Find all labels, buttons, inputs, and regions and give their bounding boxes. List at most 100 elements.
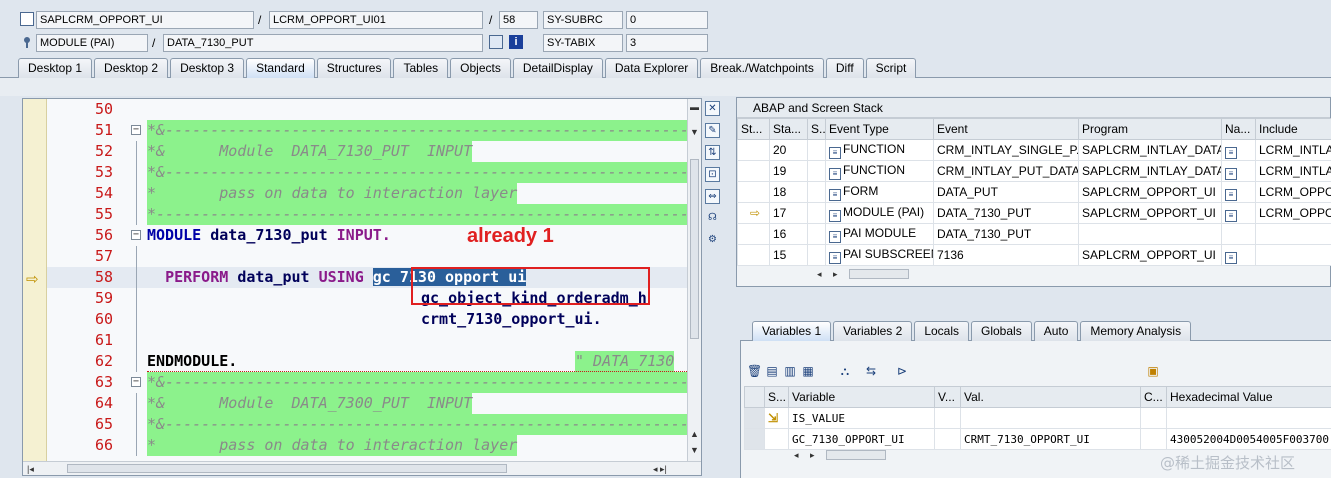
scroll-right-icon[interactable]: ◂ ▸| <box>653 464 667 474</box>
scroll-left-icon[interactable]: ◂ <box>794 450 799 460</box>
code-line[interactable]: 53 *&------------------------------------… <box>47 162 689 183</box>
maximize-icon[interactable]: ⊡ <box>705 167 720 182</box>
scroll-thumb[interactable] <box>849 269 909 279</box>
code-line[interactable]: 62 " DATA_7130 ENDMODULE. <box>47 351 689 372</box>
code-line[interactable]: 52 *& Module DATA_7130_PUT INPUT <box>47 141 689 162</box>
export-icon[interactable]: ▦ <box>801 364 815 378</box>
headset-icon[interactable]: ☊ <box>705 211 720 226</box>
variable-value[interactable]: CRMT_7130_OPPORT_UI <box>960 428 1141 450</box>
code-line[interactable]: 66 * pass on data to interaction layer <box>47 435 689 456</box>
row-selector[interactable] <box>744 407 765 429</box>
stack-hscroll[interactable]: ◂ ▸ <box>815 265 915 283</box>
code-line[interactable]: 57 <box>47 246 689 267</box>
horizontal-scrollbar[interactable]: |◂ ◂ ▸| <box>23 461 701 475</box>
tab-desktop-1[interactable]: Desktop 1 <box>18 58 93 78</box>
code-line[interactable]: 65 *&------------------------------------… <box>47 414 689 435</box>
tab-memory-analysis[interactable]: Memory Analysis <box>1080 321 1192 341</box>
variable-value[interactable] <box>960 407 1141 429</box>
column-header[interactable]: Hexadecimal Value <box>1166 386 1331 408</box>
vars-hscroll[interactable]: ◂ ▸ <box>792 448 892 464</box>
tab-break-watchpoints[interactable]: Break./Watchpoints <box>700 58 824 78</box>
line-field[interactable]: 58 <box>499 11 538 29</box>
column-header[interactable]: C... <box>1140 386 1167 408</box>
scroll-right-icon[interactable]: ▸ <box>810 450 815 460</box>
code-line[interactable]: 55 *-------------------------------------… <box>47 204 689 225</box>
program-field[interactable]: SAPLCRM_OPPORT_UI <box>36 11 254 29</box>
close-icon[interactable]: ✕ <box>705 101 720 116</box>
table-row[interactable]: GC_7130_OPPORT_UI CRMT_7130_OPPORT_UI 4300… <box>744 428 1331 450</box>
tab-variables-2[interactable]: Variables 2 <box>833 321 913 341</box>
tab-data-explorer[interactable]: Data Explorer <box>604 58 699 78</box>
scroll-down-icon[interactable]: ▼ <box>690 445 699 455</box>
tab-auto[interactable]: Auto <box>1033 321 1079 341</box>
scroll-thumb[interactable] <box>826 450 886 460</box>
variable-name[interactable]: IS_VALUE <box>788 407 935 429</box>
vertical-scrollbar[interactable]: ▬ ▼ ▲ ▼ <box>687 99 701 461</box>
navigate-icon[interactable]: ≡ <box>1225 188 1237 201</box>
save-icon[interactable]: ▣ <box>1146 364 1160 378</box>
code-line[interactable]: 63 − *&-----------------------------------… <box>47 372 689 393</box>
column-header[interactable]: Variable <box>788 386 935 408</box>
tab-script[interactable]: Script <box>865 58 917 78</box>
column-header[interactable]: Val. <box>960 386 1141 408</box>
copy-icon[interactable]: ▤ <box>765 364 779 378</box>
variable-name[interactable]: GC_7130_OPPORT_UI <box>788 428 935 450</box>
scroll-right-icon[interactable]: ▸ <box>833 269 838 279</box>
display-icon[interactable] <box>489 35 503 49</box>
new-icon[interactable]: ✎ <box>705 123 720 138</box>
column-header[interactable]: Event <box>933 118 1079 140</box>
structure-icon[interactable]: ⛬ <box>838 364 852 378</box>
tab-tables[interactable]: Tables <box>393 58 449 78</box>
info-icon[interactable]: i <box>509 35 523 49</box>
tab-objects[interactable]: Objects <box>450 58 511 78</box>
fold-toggle[interactable]: − <box>131 377 141 387</box>
tab-standard[interactable]: Standard <box>246 58 315 78</box>
delete-icon[interactable]: 🗑 <box>747 364 762 378</box>
row-selector[interactable] <box>744 428 765 450</box>
scroll-thumb[interactable] <box>690 159 699 339</box>
column-header[interactable]: V... <box>934 386 961 408</box>
sy-subrc-value[interactable]: 0 <box>626 11 708 29</box>
table-row[interactable]: 16 ≡ PAI MODULE DATA_7130_PUT <box>737 223 1331 245</box>
tab-structures[interactable]: Structures <box>316 58 392 78</box>
tab-locals[interactable]: Locals <box>914 321 969 341</box>
code-line[interactable]: 60 crmt_7130_opport_ui. <box>47 309 689 330</box>
code-area[interactable]: 50 51− *&---------------------------------… <box>47 99 689 461</box>
split-icon[interactable]: ⇅ <box>705 145 720 160</box>
tab-globals[interactable]: Globals <box>971 321 1032 341</box>
code-line[interactable]: 50 <box>47 99 689 120</box>
scroll-down-icon[interactable]: ▼ <box>690 127 699 137</box>
table-row[interactable]: 19 ≡ FUNCTION CRM_INTLAY_PUT_DATA SAPLCRM_IN… <box>737 160 1331 182</box>
code-line[interactable]: 64 *& Module DATA_7300_PUT INPUT <box>47 393 689 414</box>
tree-icon[interactable]: ⚙ <box>705 233 720 248</box>
event-type-field[interactable]: MODULE (PAI) <box>36 34 148 52</box>
column-header[interactable]: Na... <box>1221 118 1256 140</box>
column-header[interactable]: S... <box>764 386 789 408</box>
scroll-thumb[interactable] <box>67 464 507 473</box>
fold-toggle[interactable]: − <box>131 125 141 135</box>
tab-desktop-2[interactable]: Desktop 2 <box>94 58 169 78</box>
sy-tabix-value[interactable]: 3 <box>626 34 708 52</box>
table-row[interactable]: 20 ≡ FUNCTION CRM_INTLAY_SINGLE_P... SAPLCRM… <box>737 139 1331 161</box>
column-header[interactable]: Program <box>1078 118 1222 140</box>
scroll-up-icon[interactable]: ▲ <box>690 429 699 439</box>
fold-toggle[interactable]: − <box>131 230 141 240</box>
tab-variables-1[interactable]: Variables 1 <box>752 321 832 341</box>
tab-detaildisplay[interactable]: DetailDisplay <box>512 58 603 78</box>
code-line[interactable]: 54 * pass on data to interaction layer <box>47 183 689 204</box>
import-icon[interactable]: ▥ <box>783 364 797 378</box>
column-header[interactable]: St... <box>737 118 770 140</box>
navigate-icon[interactable]: ≡ <box>1225 167 1237 180</box>
navigate-icon[interactable]: ≡ <box>1225 251 1237 264</box>
source-editor[interactable]: ⇨ 50 51− *&-------------------------------… <box>22 98 702 476</box>
scroll-left-icon[interactable]: ◂ <box>817 269 822 279</box>
column-header[interactable]: Event Type <box>825 118 934 140</box>
breakpoint-gutter[interactable]: ⇨ <box>23 99 47 461</box>
table-row[interactable]: ⇨ 17 ≡ MODULE (PAI) DATA_7130_PUT SAPLCRM_OPP… <box>737 202 1331 224</box>
table-row[interactable]: ⇲ IS_VALUE <box>744 407 1331 429</box>
table-row[interactable]: 15 ≡ PAI SUBSCREEN 7136 SAPLCRM_OPPORT_UI ≡ <box>737 244 1331 266</box>
column-header[interactable]: Sta... <box>769 118 808 140</box>
navigate-icon[interactable]: ≡ <box>1225 209 1237 222</box>
column-header[interactable]: S... <box>807 118 826 140</box>
scroll-top-icon[interactable]: ▬ <box>690 102 699 112</box>
